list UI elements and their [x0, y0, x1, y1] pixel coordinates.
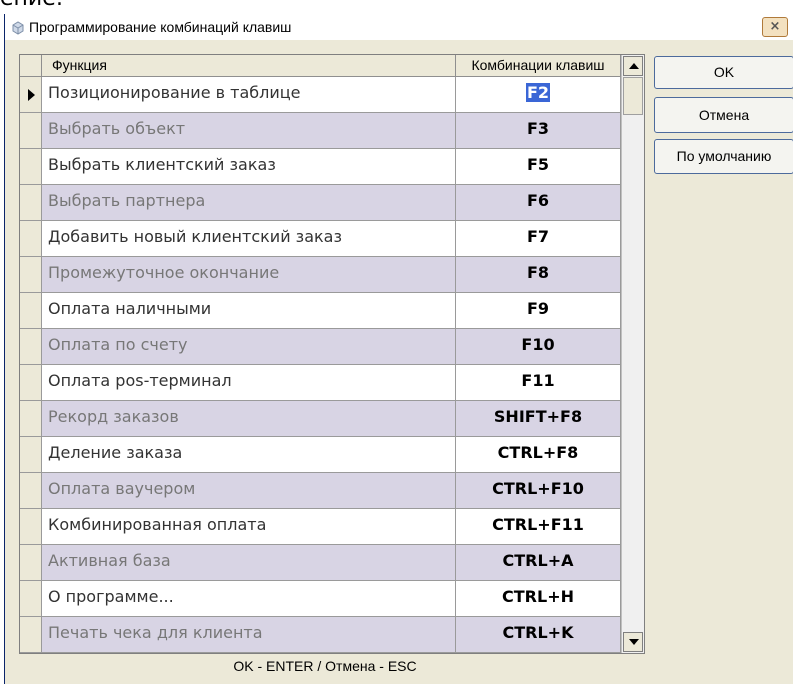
row-indicator[interactable]: [20, 113, 42, 149]
current-row-arrow-icon: [28, 89, 35, 101]
function-cell[interactable]: Выбрать партнера: [42, 185, 456, 221]
row-indicator[interactable]: [20, 473, 42, 509]
shortcut-cell[interactable]: CTRL+F10: [456, 473, 621, 509]
table-row[interactable]: Оплата ваучером CTRL+F10: [20, 473, 621, 509]
row-indicator[interactable]: [20, 221, 42, 257]
vertical-scrollbar[interactable]: [621, 55, 644, 653]
indicator-header: [20, 55, 42, 77]
row-indicator[interactable]: [20, 329, 42, 365]
table-row[interactable]: Оплата наличными F9: [20, 293, 621, 329]
function-cell[interactable]: Добавить новый клиентский заказ: [42, 221, 456, 257]
shortcut-cell[interactable]: CTRL+K: [456, 617, 621, 653]
default-button[interactable]: По умолчанию: [654, 139, 793, 174]
status-hint: OK - ENTER / Отмена - ESC: [233, 658, 417, 674]
scroll-up-button[interactable]: [623, 56, 643, 76]
shortcut-cell[interactable]: F7: [456, 221, 621, 257]
shortcut-cell[interactable]: F5: [456, 149, 621, 185]
column-header-function[interactable]: Функция: [42, 55, 456, 77]
function-cell[interactable]: Печать чека для клиента: [42, 617, 456, 653]
function-cell[interactable]: Оплата ваучером: [42, 473, 456, 509]
close-icon: ×: [769, 19, 781, 34]
shortcut-cell[interactable]: CTRL+A: [456, 545, 621, 581]
function-cell[interactable]: Оплата pos-терминал: [42, 365, 456, 401]
table-row[interactable]: Выбрать объект F3: [20, 113, 621, 149]
row-indicator[interactable]: [20, 617, 42, 653]
ok-button[interactable]: OK: [654, 56, 793, 89]
function-cell[interactable]: Выбрать объект: [42, 113, 456, 149]
dialog-window: Программирование комбинаций клавиш × Фун…: [4, 14, 793, 684]
function-cell[interactable]: Оплата по счету: [42, 329, 456, 365]
column-header-keys[interactable]: Комбинации клавиш: [456, 55, 621, 77]
table-row[interactable]: Рекорд заказов SHIFT+F8: [20, 401, 621, 437]
shortcut-cell[interactable]: F6: [456, 185, 621, 221]
arrow-up-icon: [629, 63, 639, 69]
table-row[interactable]: Позиционирование в таблице F2: [20, 77, 621, 113]
scroll-down-button[interactable]: [623, 632, 643, 652]
shortcut-cell[interactable]: CTRL+F11: [456, 509, 621, 545]
function-cell[interactable]: Активная база: [42, 545, 456, 581]
shortcut-cell[interactable]: SHIFT+F8: [456, 401, 621, 437]
table-row[interactable]: Оплата по счету F10: [20, 329, 621, 365]
row-indicator[interactable]: [20, 365, 42, 401]
shortcut-cell[interactable]: F10: [456, 329, 621, 365]
function-cell[interactable]: Комбинированная оплата: [42, 509, 456, 545]
row-indicator[interactable]: [20, 185, 42, 221]
row-indicator[interactable]: [20, 437, 42, 473]
function-cell[interactable]: Промежуточное окончание: [42, 257, 456, 293]
shortcut-cell[interactable]: F11: [456, 365, 621, 401]
row-indicator[interactable]: [20, 257, 42, 293]
shortcut-table: Функция Комбинации клавиш Позиционирован…: [19, 54, 645, 654]
table-row[interactable]: Активная база CTRL+A: [20, 545, 621, 581]
table-row[interactable]: Выбрать клиентский заказ F5: [20, 149, 621, 185]
shortcut-cell[interactable]: F9: [456, 293, 621, 329]
shortcut-cell[interactable]: F8: [456, 257, 621, 293]
shortcut-cell[interactable]: F3: [456, 113, 621, 149]
row-indicator[interactable]: [20, 293, 42, 329]
table-row[interactable]: Печать чека для клиента CTRL+K: [20, 617, 621, 653]
function-cell[interactable]: Позиционирование в таблице: [42, 77, 456, 113]
function-cell[interactable]: Рекорд заказов: [42, 401, 456, 437]
table-row[interactable]: Оплата pos-терминал F11: [20, 365, 621, 401]
background-text-fragment: ение:: [0, 0, 793, 14]
table-row[interactable]: Комбинированная оплата CTRL+F11: [20, 509, 621, 545]
row-indicator[interactable]: [20, 545, 42, 581]
table-row[interactable]: Добавить новый клиентский заказ F7: [20, 221, 621, 257]
shortcut-cell[interactable]: CTRL+F8: [456, 437, 621, 473]
row-indicator[interactable]: [20, 77, 42, 113]
cancel-button[interactable]: Отмена: [654, 97, 793, 133]
table-row[interactable]: Промежуточное окончание F8: [20, 257, 621, 293]
table-row[interactable]: Деление заказа CTRL+F8: [20, 437, 621, 473]
function-cell[interactable]: О программе...: [42, 581, 456, 617]
app-icon: [11, 20, 25, 39]
row-indicator[interactable]: [20, 581, 42, 617]
dialog-title: Программирование комбинаций клавиш: [29, 19, 292, 35]
title-bar[interactable]: Программирование комбинаций клавиш ×: [5, 14, 793, 40]
close-button[interactable]: ×: [762, 17, 788, 37]
table-row[interactable]: О программе... CTRL+H: [20, 581, 621, 617]
shortcut-cell[interactable]: CTRL+H: [456, 581, 621, 617]
table-row[interactable]: Выбрать партнера F6: [20, 185, 621, 221]
scroll-thumb[interactable]: [623, 77, 643, 115]
row-indicator[interactable]: [20, 401, 42, 437]
row-indicator[interactable]: [20, 509, 42, 545]
function-cell[interactable]: Оплата наличными: [42, 293, 456, 329]
shortcut-cell[interactable]: F2: [456, 77, 621, 113]
selected-shortcut-text[interactable]: F2: [525, 83, 551, 102]
function-cell[interactable]: Выбрать клиентский заказ: [42, 149, 456, 185]
arrow-down-icon: [629, 639, 639, 645]
row-indicator[interactable]: [20, 149, 42, 185]
function-cell[interactable]: Деление заказа: [42, 437, 456, 473]
page-top-fragment: ение:: [0, 0, 63, 11]
